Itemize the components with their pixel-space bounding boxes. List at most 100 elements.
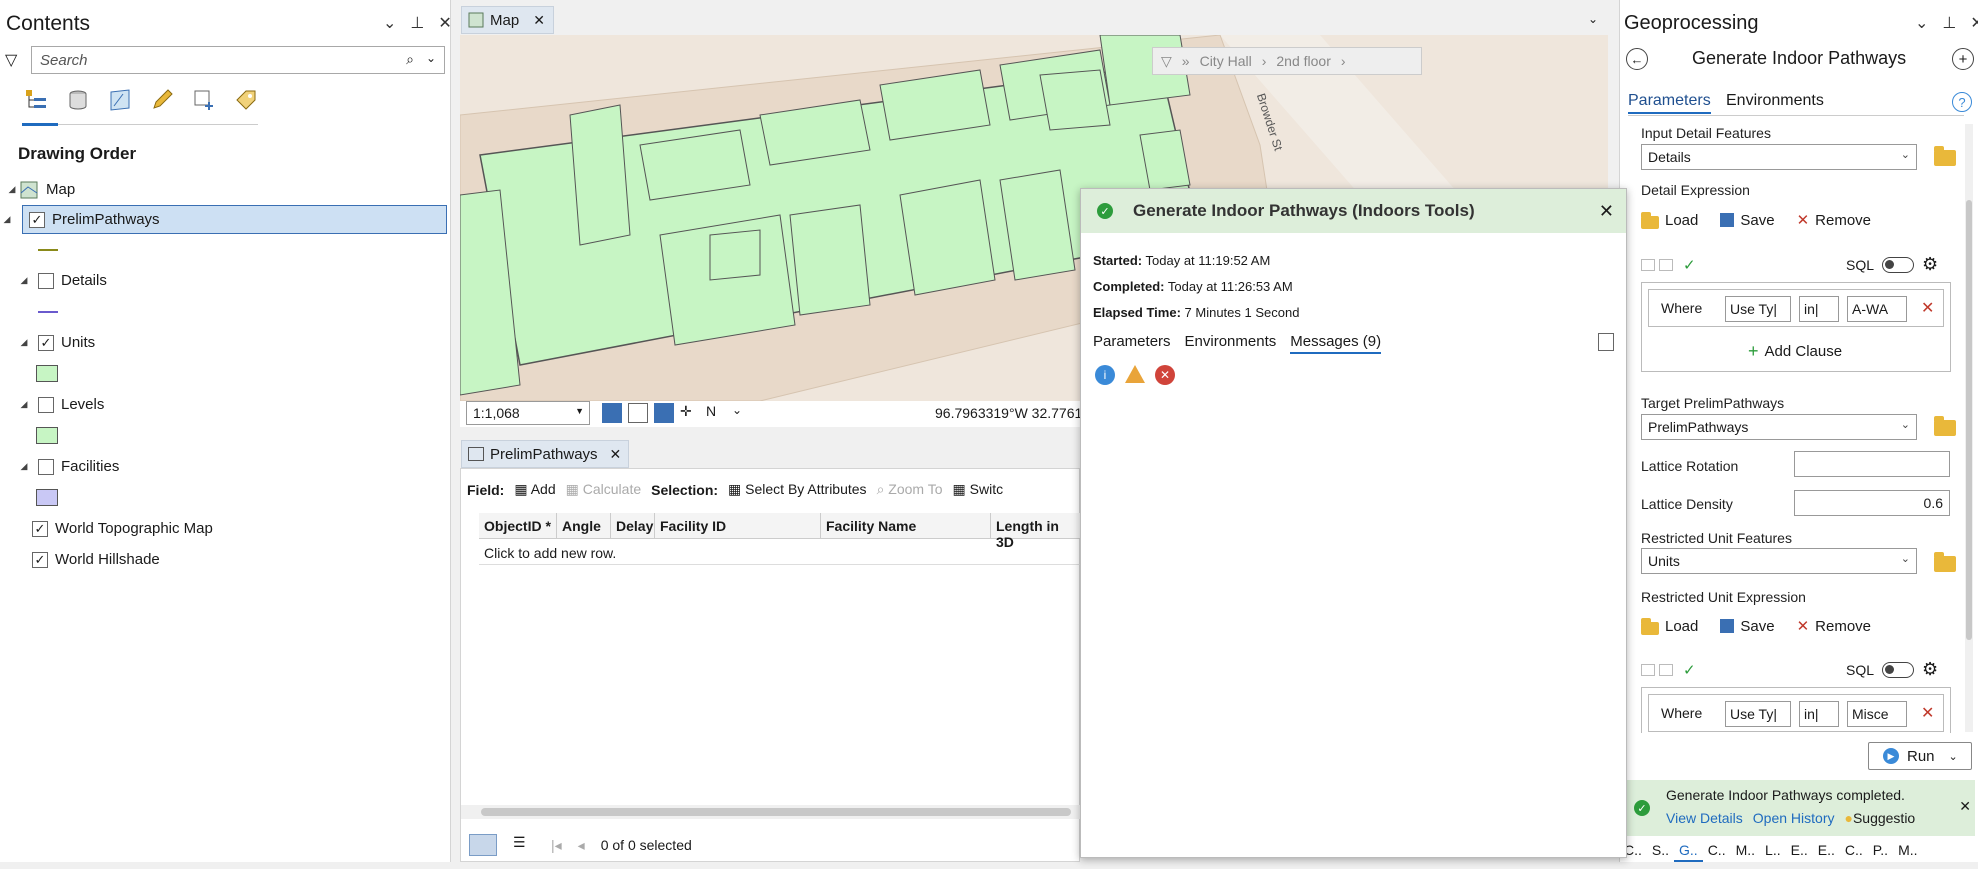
layer-visibility-checkbox[interactable]: ✓: [32, 520, 48, 537]
value-dropdown[interactable]: A-WA: [1847, 296, 1907, 322]
column-header[interactable]: ObjectID *: [479, 513, 557, 538]
close-icon[interactable]: ✕: [438, 13, 451, 33]
expand-icon[interactable]: [1641, 664, 1655, 676]
layer-prelimpathways[interactable]: ✓ PrelimPathways ◢: [4, 205, 447, 234]
breadcrumb-facility[interactable]: City Hall: [1200, 53, 1252, 69]
layer-levels[interactable]: ◢ Levels: [0, 389, 451, 420]
add-clause-button[interactable]: + Add Clause: [1748, 341, 1842, 362]
expand-icon[interactable]: ◢: [0, 214, 15, 225]
layer-facilities[interactable]: ◢ Facilities: [0, 451, 451, 482]
crosshair-icon[interactable]: ✛: [680, 403, 700, 423]
list-by-selection-icon[interactable]: [106, 86, 134, 114]
tab-environments[interactable]: Environments: [1185, 333, 1277, 354]
expand-icon[interactable]: ◢: [4, 184, 20, 195]
run-button[interactable]: ▶ Run ⌄: [1868, 742, 1972, 770]
column-header[interactable]: Facility ID: [655, 513, 821, 538]
load-button[interactable]: Load: [1641, 617, 1698, 635]
list-by-editing-icon[interactable]: [148, 86, 176, 114]
suggestions-link[interactable]: ●Suggestio: [1844, 810, 1915, 826]
tab-prelimpathways[interactable]: PrelimPathways ✕: [461, 440, 629, 468]
sql-toggle[interactable]: [1882, 256, 1915, 273]
prev-record-icon[interactable]: ◂: [578, 837, 585, 854]
tab-parameters[interactable]: Parameters: [1628, 92, 1711, 114]
pane-tab[interactable]: S..: [1647, 838, 1674, 862]
scrollbar-thumb[interactable]: [481, 808, 1071, 816]
switch-button[interactable]: ▦ Switc: [953, 481, 1004, 498]
chevron-down-icon[interactable]: ⌄: [383, 13, 396, 33]
breadcrumb-level[interactable]: 2nd floor: [1276, 53, 1330, 69]
folder-icon[interactable]: [1934, 416, 1956, 436]
pane-tab[interactable]: P..: [1868, 838, 1893, 862]
grid-icon[interactable]: [602, 403, 622, 423]
layer-visibility-checkbox[interactable]: [38, 458, 54, 475]
list-by-snapping-icon[interactable]: [190, 86, 218, 114]
value-dropdown[interactable]: Misce: [1847, 701, 1907, 727]
remove-button[interactable]: ✕ Remove: [1797, 211, 1871, 230]
pane-tab[interactable]: C..: [1840, 838, 1868, 862]
vertical-scrollbar[interactable]: [1965, 124, 1973, 732]
search-icon[interactable]: ⌕: [406, 51, 414, 68]
layer-world-topographic[interactable]: ✓ World Topographic Map: [0, 513, 451, 544]
chevron-down-icon[interactable]: ⌄: [1588, 12, 1598, 26]
tab-messages[interactable]: Messages (9): [1290, 333, 1382, 354]
expand-icon[interactable]: ◢: [16, 275, 32, 286]
remove-button[interactable]: ✕ Remove: [1797, 617, 1871, 636]
pane-tab[interactable]: L..: [1760, 838, 1786, 862]
filter-icon[interactable]: ▽: [1161, 53, 1172, 70]
tab-parameters[interactable]: Parameters: [1093, 333, 1171, 354]
pane-tab[interactable]: C..: [1703, 838, 1731, 862]
verify-icon[interactable]: ✓: [1683, 661, 1696, 679]
close-icon[interactable]: ✕: [610, 446, 622, 463]
error-icon[interactable]: ✕: [1155, 365, 1175, 385]
layer-visibility-checkbox[interactable]: [38, 272, 54, 289]
chevron-down-icon[interactable]: ⌄: [426, 51, 436, 65]
close-icon[interactable]: ✕: [1959, 798, 1971, 815]
expand-icon[interactable]: ◢: [16, 461, 32, 472]
verify-icon[interactable]: ✓: [1683, 256, 1696, 274]
show-selected-icon[interactable]: ☰: [513, 834, 535, 856]
snapping-icon[interactable]: [654, 403, 674, 423]
layer-world-hillshade[interactable]: ✓ World Hillshade: [0, 544, 451, 575]
select-by-attributes-button[interactable]: ▦ Select By Attributes: [728, 481, 867, 498]
collapse-icon[interactable]: [1659, 664, 1673, 676]
pin-icon[interactable]: ⊥: [1942, 13, 1956, 33]
list-by-labeling-icon[interactable]: [232, 86, 260, 114]
lattice-rotation-input[interactable]: [1794, 451, 1950, 477]
column-header[interactable]: Delay: [611, 513, 655, 538]
expand-icon[interactable]: [1641, 259, 1655, 271]
delete-clause-icon[interactable]: ✕: [1921, 703, 1934, 723]
line-symbol[interactable]: [38, 311, 58, 313]
sql-toggle[interactable]: [1882, 661, 1915, 678]
line-symbol[interactable]: [38, 249, 58, 251]
expand-icon[interactable]: ◢: [16, 399, 32, 410]
load-button[interactable]: Load: [1641, 211, 1698, 229]
close-icon[interactable]: ✕: [1599, 201, 1614, 222]
warning-icon[interactable]: [1125, 365, 1145, 383]
horizontal-scrollbar[interactable]: [461, 805, 1081, 819]
folder-icon[interactable]: [1934, 146, 1956, 166]
chevron-down-icon[interactable]: ⌄: [732, 403, 744, 423]
field-dropdown[interactable]: Use Ty|: [1725, 701, 1791, 727]
layer-visibility-checkbox[interactable]: [38, 396, 54, 413]
open-history-link[interactable]: Open History: [1753, 810, 1835, 826]
layer-details[interactable]: ◢ Details: [0, 265, 451, 296]
gear-icon[interactable]: ⚙: [1922, 659, 1938, 680]
save-button[interactable]: Save: [1720, 211, 1775, 229]
column-header[interactable]: Length in 3D: [991, 513, 1081, 550]
search-input[interactable]: Search ⌕ ⌄: [31, 46, 445, 74]
close-icon[interactable]: ✕: [533, 12, 545, 29]
filter-icon[interactable]: ▽: [5, 50, 17, 70]
save-button[interactable]: Save: [1720, 617, 1775, 635]
tab-map[interactable]: Map ✕: [461, 6, 554, 34]
show-all-records-icon[interactable]: [469, 834, 497, 856]
copy-icon[interactable]: [1598, 333, 1614, 351]
pane-tab[interactable]: E..: [1786, 838, 1813, 862]
chevron-down-icon[interactable]: ⌄: [1915, 13, 1928, 33]
fill-symbol[interactable]: [36, 489, 58, 506]
north-arrow-icon[interactable]: N: [706, 403, 726, 423]
column-header[interactable]: Angle: [557, 513, 611, 538]
input-detail-dropdown[interactable]: Details ⌄: [1641, 144, 1917, 170]
zoom-to-button[interactable]: ⌕ Zoom To: [877, 481, 943, 498]
pane-tab[interactable]: E..: [1813, 838, 1840, 862]
operator-dropdown[interactable]: in|: [1799, 701, 1839, 727]
